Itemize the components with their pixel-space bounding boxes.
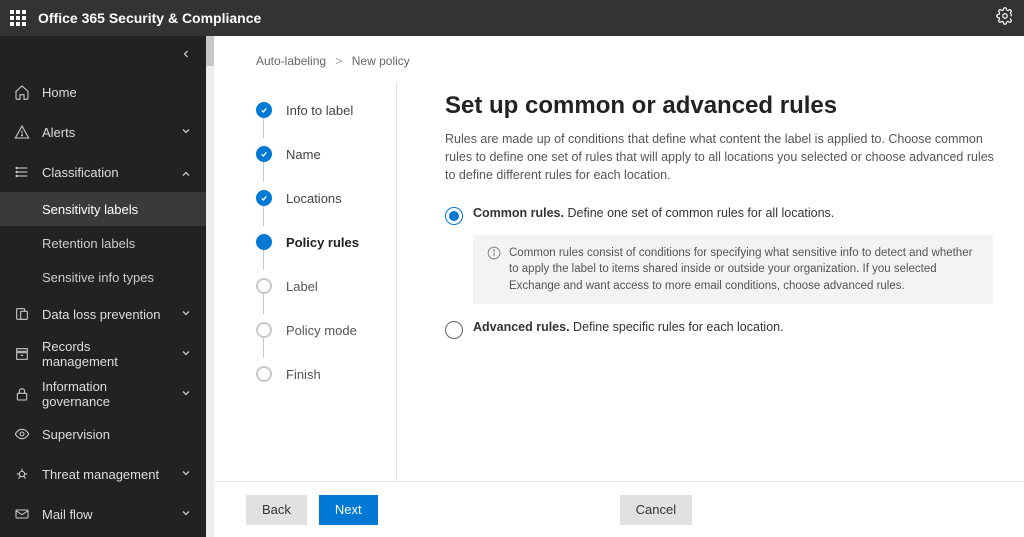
chevron-down-icon xyxy=(180,125,192,140)
radio-button-icon xyxy=(445,321,463,339)
step-label: Policy mode xyxy=(286,323,357,338)
step-label: Info to label xyxy=(286,103,353,118)
step-todo-icon xyxy=(256,278,272,294)
step-policy-mode[interactable]: Policy mode xyxy=(256,308,396,352)
chevron-down-icon xyxy=(180,307,192,322)
next-button[interactable]: Next xyxy=(319,495,378,525)
collapse-sidebar-icon[interactable] xyxy=(180,48,192,60)
cancel-button[interactable]: Cancel xyxy=(620,495,692,525)
radio-common-rules[interactable]: Common rules. Define one set of common r… xyxy=(445,206,1024,225)
step-label: Finish xyxy=(286,367,321,382)
sidebar-item-mailflow[interactable]: Mail flow xyxy=(0,494,206,534)
dlp-icon xyxy=(14,306,30,322)
step-policy-rules[interactable]: Policy rules xyxy=(256,220,396,264)
lock-icon xyxy=(14,386,30,402)
sidebar-item-home[interactable]: Home xyxy=(0,72,206,112)
breadcrumb: Auto-labeling > New policy xyxy=(206,36,1024,82)
breadcrumb-current: New policy xyxy=(352,54,410,68)
eye-icon xyxy=(14,426,30,442)
page-description: Rules are made up of conditions that def… xyxy=(445,130,1005,184)
sidebar-item-label: Information governance xyxy=(42,379,168,409)
step-label: Locations xyxy=(286,191,342,206)
radio-button-icon xyxy=(445,207,463,225)
sidebar-collapse-row xyxy=(0,36,206,72)
sidebar-item-label: Data loss prevention xyxy=(42,307,161,322)
topbar: Office 365 Security & Compliance xyxy=(0,0,1024,36)
breadcrumb-sep-icon: > xyxy=(335,54,342,68)
sidebar-item-label: Records management xyxy=(42,339,168,369)
app-launcher-icon[interactable] xyxy=(10,10,26,26)
step-label: Name xyxy=(286,147,321,162)
sidebar-item-label: Mail flow xyxy=(42,507,93,522)
chevron-down-icon xyxy=(180,387,192,402)
sidebar-item-label: Home xyxy=(42,85,77,100)
sidebar-subitem-retention-labels[interactable]: Retention labels xyxy=(0,226,206,260)
sidebar-item-label: Classification xyxy=(42,165,119,180)
topbar-left: Office 365 Security & Compliance xyxy=(10,10,261,26)
radio-label: Common rules. Define one set of common r… xyxy=(473,206,834,220)
wizard-footer: Back Next Cancel xyxy=(206,481,1024,537)
content: Auto-labeling > New policy Info to label… xyxy=(206,36,1024,537)
wizard-row: Info to label Name Locations Policy rule… xyxy=(206,82,1024,481)
step-done-icon xyxy=(256,102,272,118)
sidebar-item-label: Threat management xyxy=(42,467,159,482)
radio-advanced-rules[interactable]: Advanced rules. Define specific rules fo… xyxy=(445,320,1024,339)
step-label-step[interactable]: Label xyxy=(256,264,396,308)
sidebar-subitem-sensitivity-labels[interactable]: Sensitivity labels xyxy=(0,192,206,226)
breadcrumb-parent[interactable]: Auto-labeling xyxy=(256,54,326,68)
app-title: Office 365 Security & Compliance xyxy=(38,10,261,26)
sidebar-item-supervision[interactable]: Supervision xyxy=(0,414,206,454)
chevron-up-icon xyxy=(180,165,192,180)
sidebar-item-dlp[interactable]: Data loss prevention xyxy=(0,294,206,334)
wizard-steps: Info to label Name Locations Policy rule… xyxy=(206,82,396,481)
step-label: Policy rules xyxy=(286,235,359,250)
sidebar-item-classification[interactable]: Classification xyxy=(0,152,206,192)
back-button[interactable]: Back xyxy=(246,495,307,525)
page-heading: Set up common or advanced rules xyxy=(445,92,1024,120)
sidebar-subitem-label: Sensitivity labels xyxy=(42,202,138,217)
info-icon xyxy=(487,246,501,293)
step-label: Label xyxy=(286,279,318,294)
classification-icon xyxy=(14,164,30,180)
step-finish[interactable]: Finish xyxy=(256,352,396,396)
sidebar: Home Alerts Classification Sensitivity l… xyxy=(0,36,206,537)
alert-icon xyxy=(14,124,30,140)
step-done-icon xyxy=(256,146,272,162)
step-done-icon xyxy=(256,190,272,206)
sidebar-subitem-label: Sensitive info types xyxy=(42,270,154,285)
sidebar-item-threat[interactable]: Threat management xyxy=(0,454,206,494)
info-callout: Common rules consist of conditions for s… xyxy=(473,235,993,303)
sidebar-item-label: Alerts xyxy=(42,125,75,140)
chevron-down-icon xyxy=(180,347,192,362)
step-locations[interactable]: Locations xyxy=(256,176,396,220)
chevron-down-icon xyxy=(180,507,192,522)
sidebar-item-alerts[interactable]: Alerts xyxy=(0,112,206,152)
sidebar-subitem-sensitive-info-types[interactable]: Sensitive info types xyxy=(0,260,206,294)
step-name[interactable]: Name xyxy=(256,132,396,176)
step-info-to-label[interactable]: Info to label xyxy=(256,88,396,132)
sidebar-subitem-label: Retention labels xyxy=(42,236,135,251)
threat-icon xyxy=(14,466,30,482)
sidebar-item-info-governance[interactable]: Information governance xyxy=(0,374,206,414)
step-todo-icon xyxy=(256,322,272,338)
step-todo-icon xyxy=(256,366,272,382)
scrollbar[interactable] xyxy=(206,36,214,537)
mail-icon xyxy=(14,506,30,522)
radio-label: Advanced rules. Define specific rules fo… xyxy=(473,320,784,334)
chevron-down-icon xyxy=(180,467,192,482)
sidebar-item-label: Supervision xyxy=(42,427,110,442)
vertical-divider xyxy=(396,82,397,481)
settings-gear-icon[interactable] xyxy=(996,7,1014,30)
info-callout-text: Common rules consist of conditions for s… xyxy=(509,245,979,293)
layout: Home Alerts Classification Sensitivity l… xyxy=(0,36,1024,537)
records-icon xyxy=(14,346,30,362)
step-current-icon xyxy=(256,234,272,250)
wizard-form: Set up common or advanced rules Rules ar… xyxy=(417,82,1024,481)
sidebar-item-records[interactable]: Records management xyxy=(0,334,206,374)
home-icon xyxy=(14,84,30,100)
